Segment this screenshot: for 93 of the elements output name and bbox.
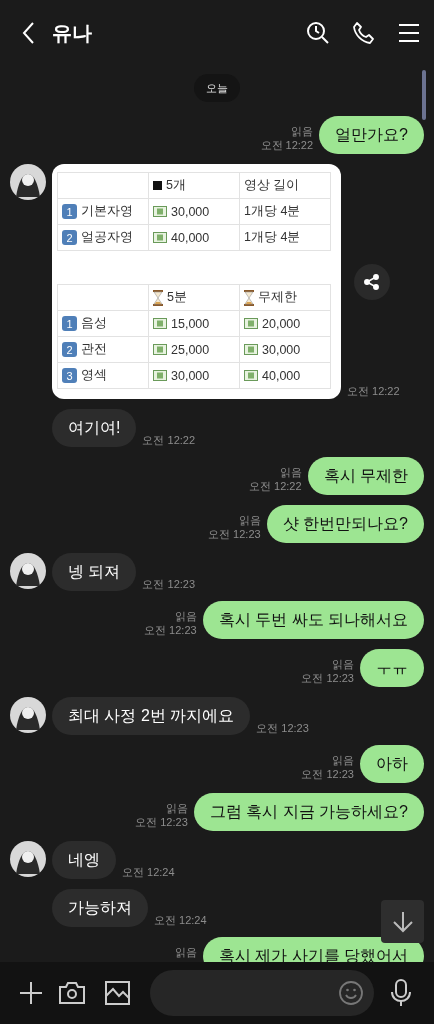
row-label: 얼공자영 (81, 229, 133, 246)
column-header: 무제한 (239, 284, 331, 311)
hourglass-icon (153, 289, 163, 306)
read-receipt: 읽음 (332, 753, 354, 767)
message-bubble: 그럼 혹시 지금 가능하세요? (193, 793, 424, 831)
table-cell: 40,000 (262, 368, 301, 383)
row-label: 음성 (81, 315, 107, 332)
column-header: 영상 길이 (239, 172, 331, 199)
message-time: 오전 12:23 (144, 623, 197, 637)
message-bubble: 아하 (360, 745, 424, 783)
message-time: 오전 12:22 (248, 479, 302, 493)
table-cell: 25,000 (171, 342, 210, 357)
message-bubble: 넹 되져 (52, 553, 137, 591)
menu-button[interactable] (398, 23, 420, 43)
message-bubble: 네엥 (52, 841, 116, 879)
message-bubble: 혹시 무제한 (307, 457, 424, 495)
message-time: 오전 12:24 (154, 913, 207, 927)
gallery-button[interactable] (105, 981, 130, 1005)
table-cell: 30,000 (262, 342, 301, 357)
camera-icon (59, 981, 85, 1005)
number-badge: 3 (62, 368, 77, 383)
menu-icon (398, 23, 420, 43)
table-cell: 1개당 4분 (244, 203, 301, 220)
number-badge: 2 (62, 342, 77, 357)
money-icon (244, 344, 258, 355)
message-time: 오전 12:23 (142, 577, 196, 591)
message-time: 오전 12:23 (208, 527, 261, 541)
table-cell: 30,000 (171, 204, 210, 219)
date-divider: 오늘 (194, 74, 240, 102)
message-time: 오전 12:23 (256, 721, 309, 735)
message-bubble: ㅜㅠ (360, 649, 424, 687)
arrow-down-icon (391, 909, 414, 934)
number-badge: 1 (62, 204, 77, 219)
add-button[interactable] (18, 980, 44, 1006)
message-bubble: 혹시 두번 싸도 되나해서요 (202, 601, 424, 639)
table-cell: 15,000 (171, 316, 210, 331)
message-bubble: 여기여! (52, 409, 137, 447)
scroll-down-button[interactable] (381, 900, 424, 943)
read-receipt: 읽음 (332, 657, 354, 671)
message-time: 오전 12:23 (301, 671, 354, 685)
table-cell: 1개당 4분 (244, 229, 301, 246)
number-badge: 1 (62, 316, 77, 331)
money-icon (244, 370, 258, 381)
scroll-bar[interactable] (422, 70, 426, 120)
call-button[interactable] (352, 21, 376, 45)
message-bubble: 얼만가요? (319, 116, 424, 154)
message-bubble: 최대 사정 2번 까지에요 (52, 697, 251, 735)
hourglass-icon (244, 289, 254, 306)
message-time: 오전 12:22 (347, 384, 400, 399)
money-icon (153, 370, 167, 381)
message-input[interactable] (150, 970, 374, 1016)
read-receipt: 읽음 (279, 465, 302, 479)
number-badge: 2 (62, 230, 77, 245)
column-header: 5분 (148, 284, 240, 311)
read-receipt: 읽음 (174, 609, 197, 623)
square-icon (153, 181, 162, 190)
read-receipt: 읽음 (291, 124, 314, 138)
row-label: 영섹 (81, 367, 107, 384)
table-cell: 20,000 (262, 316, 301, 331)
table-cell: 40,000 (171, 230, 210, 245)
share-icon (363, 272, 381, 291)
plus-icon (18, 980, 44, 1006)
message-time: 오전 12:22 (260, 138, 314, 152)
message-time: 오전 12:24 (122, 865, 175, 879)
message-time: 오전 12:22 (142, 433, 196, 447)
camera-button[interactable] (59, 981, 85, 1005)
row-label: 관전 (81, 341, 107, 358)
money-icon (153, 344, 167, 355)
microphone-button[interactable] (390, 979, 412, 1007)
smiley-icon (338, 980, 364, 1006)
price-image[interactable]: 5개 영상 길이 1 기본자영 30,000 1개당 4분 2 얼공자영 40,000 1개당 4분 5분 무제한 1 음성 15,000 20,000 2 관전 25,000 30,000 3 영섹 30,000 40,000 (52, 164, 341, 399)
read-receipt: 읽음 (165, 801, 188, 815)
microphone-icon (390, 979, 412, 1007)
read-receipt: 읽음 (174, 945, 197, 959)
search-button[interactable] (306, 21, 330, 45)
money-icon (153, 206, 167, 217)
image-icon (105, 981, 130, 1005)
message-time: 오전 12:23 (301, 767, 354, 781)
chat-title: 유나 (52, 20, 93, 46)
phone-icon (352, 21, 376, 45)
column-header: 5개 (148, 172, 240, 199)
share-button[interactable] (354, 263, 390, 300)
emoji-button[interactable] (338, 980, 364, 1006)
row-label: 기본자영 (81, 203, 133, 220)
search-icon (306, 21, 330, 45)
message-bubble: 가능하져 (52, 889, 148, 927)
money-icon (153, 318, 167, 329)
read-receipt: 읽음 (238, 513, 261, 527)
message-time: 오전 12:23 (135, 815, 188, 829)
message-bubble: 샷 한번만되나요? (266, 505, 424, 543)
money-icon (153, 232, 167, 243)
table-cell: 30,000 (171, 368, 210, 383)
money-icon (244, 318, 258, 329)
